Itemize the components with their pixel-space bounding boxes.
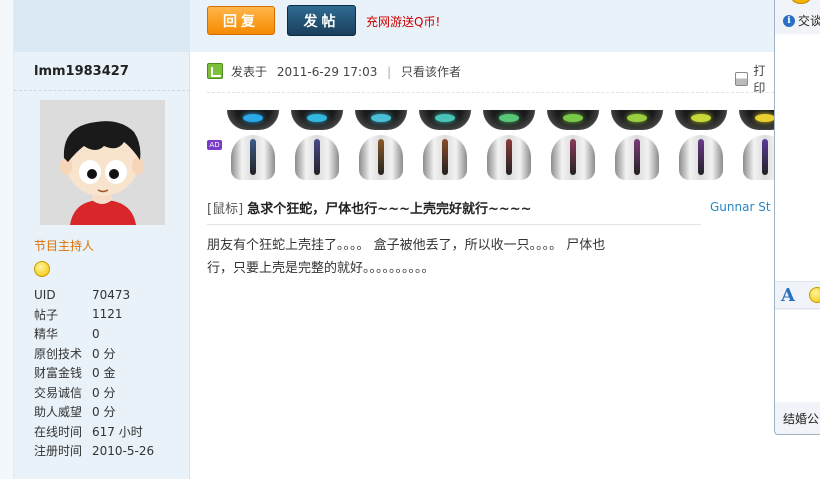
user-profile-sidebar: lmm1983427 节目主持人 UID 70473 帖子 1121 精华 0 原创技术 0 … <box>14 52 190 479</box>
user-stat-label: 财富金钱 <box>34 366 83 381</box>
subject-divider <box>207 224 701 225</box>
chat-message-area[interactable] <box>775 34 820 281</box>
panel-top-icon[interactable] <box>791 0 811 4</box>
chat-tab[interactable]: i 交谈 <box>783 12 820 29</box>
user-stat-row: 帖子 1121 <box>34 305 154 325</box>
avatar[interactable] <box>40 100 165 225</box>
post-body-line: 朋友有个狂蛇上壳挂了。。。。 盒子被他丢了，所以收一只。。。。 尸体也 <box>207 238 606 253</box>
post-body-line: 行，只要上壳是完整的就好。。。。。。。。。。 <box>207 261 435 276</box>
post-category[interactable]: [鼠标] <box>207 202 243 217</box>
user-stat-value: 617 小时 <box>92 424 143 439</box>
promo-link[interactable]: 充网游送Q币! <box>366 13 440 30</box>
user-stat-row: 助人威望 0 分 <box>34 402 154 422</box>
posted-time: 2011-6-29 17:03 <box>276 65 378 79</box>
ad-mouse-image <box>483 110 535 180</box>
post-header: 发表于 2011-6-29 17:03 | 只看该作者 打印 <box>190 52 776 95</box>
user-rank-title[interactable]: 节目主持人 <box>34 237 94 254</box>
avatar-cartoon-icon <box>40 100 165 225</box>
user-stat-row: 精华 0 <box>34 324 154 344</box>
post-meta: 发表于 2011-6-29 17:03 | 只看该作者 <box>231 63 461 80</box>
info-icon: i <box>783 14 795 27</box>
view-author-only-link[interactable]: 只看该作者 <box>401 65 461 79</box>
font-icon[interactable]: A <box>781 285 795 306</box>
user-stat-row: 交易诚信 0 分 <box>34 383 154 403</box>
user-stat-label: 帖子 <box>34 307 59 322</box>
ad-badge: AD <box>207 140 222 150</box>
meta-separator: | <box>387 65 392 79</box>
ad-mouse-image <box>611 110 663 180</box>
post-toolbar: 回复 发帖 充网游送Q币! <box>14 0 776 52</box>
user-stat-value: 1121 <box>92 307 123 322</box>
sidebar-divider <box>14 90 190 91</box>
user-stats-list: UID 70473 帖子 1121 精华 0 原创技术 0 分财富金钱 0 金交易诚信 0 分助人… <box>34 285 154 461</box>
user-stat-row: 原创技术 0 分 <box>34 344 154 364</box>
chat-bottom-label[interactable]: 结婚公 <box>783 410 819 427</box>
new-post-button[interactable]: 发帖 <box>287 5 356 36</box>
left-gutter <box>0 0 14 479</box>
user-stat-value: 0 分 <box>92 405 116 420</box>
post-status-icon <box>207 63 223 79</box>
user-stat-value: 0 分 <box>92 346 116 361</box>
ad-banner[interactable]: AD <box>207 110 791 180</box>
chat-input[interactable] <box>775 310 820 402</box>
chat-tab-label: 交谈 <box>798 14 820 28</box>
reply-button[interactable]: 回复 <box>207 6 275 35</box>
user-stat-label: 交易诚信 <box>34 385 83 400</box>
user-stat-value: 70473 <box>92 287 131 302</box>
user-stat-row: 在线时间 617 小时 <box>34 422 154 442</box>
emoji-icon[interactable] <box>809 287 820 303</box>
mood-smiley-icon <box>34 261 50 277</box>
user-stat-value: 2010-5-26 <box>92 443 155 458</box>
chat-toolbar: A <box>775 281 820 309</box>
post-subject: [鼠标] 急求个狂蛇，尸体也行~~~上壳完好就行~~~~ <box>207 198 532 217</box>
user-stat-row: UID 70473 <box>34 285 154 305</box>
user-stat-row: 注册时间 2010-5-26 <box>34 441 154 461</box>
ad-mouse-image <box>547 110 599 180</box>
user-stat-label: UID <box>34 287 56 302</box>
username[interactable]: lmm1983427 <box>34 64 129 79</box>
user-stat-value: 0 <box>92 326 100 341</box>
print-label: 打印 <box>753 64 766 95</box>
ad-mouse-image <box>419 110 471 180</box>
post-header-divider <box>207 92 774 93</box>
user-stat-row: 财富金钱 0 金 <box>34 363 154 383</box>
print-button[interactable]: 打印 <box>735 62 776 96</box>
user-stat-label: 在线时间 <box>34 424 83 439</box>
user-stat-label: 原创技术 <box>34 346 83 361</box>
user-stat-label: 精华 <box>34 327 59 342</box>
ad-mouse-image <box>675 110 727 180</box>
chat-side-panel: i 交谈 A 结婚公 <box>774 0 820 435</box>
user-stat-label: 助人威望 <box>34 405 83 420</box>
user-stat-label: 注册时间 <box>34 444 83 459</box>
post-body: 朋友有个狂蛇上壳挂了。。。。 盒子被他丢了，所以收一只。。。。 尸体也 行，只要… <box>207 234 697 280</box>
toolbar-sidebar-cap <box>14 0 190 52</box>
posted-prefix: 发表于 <box>231 65 268 79</box>
ad-mouse-image <box>291 110 343 180</box>
post-title: 急求个狂蛇，尸体也行~~~上壳完好就行~~~~ <box>247 202 532 217</box>
printer-icon <box>735 72 749 86</box>
user-stat-value: 0 分 <box>92 385 116 400</box>
ad-mouse-image <box>227 110 279 180</box>
sponsor-link[interactable]: Gunnar St <box>710 200 771 214</box>
ad-mouse-image <box>355 110 407 180</box>
user-stat-value: 0 金 <box>92 366 116 381</box>
